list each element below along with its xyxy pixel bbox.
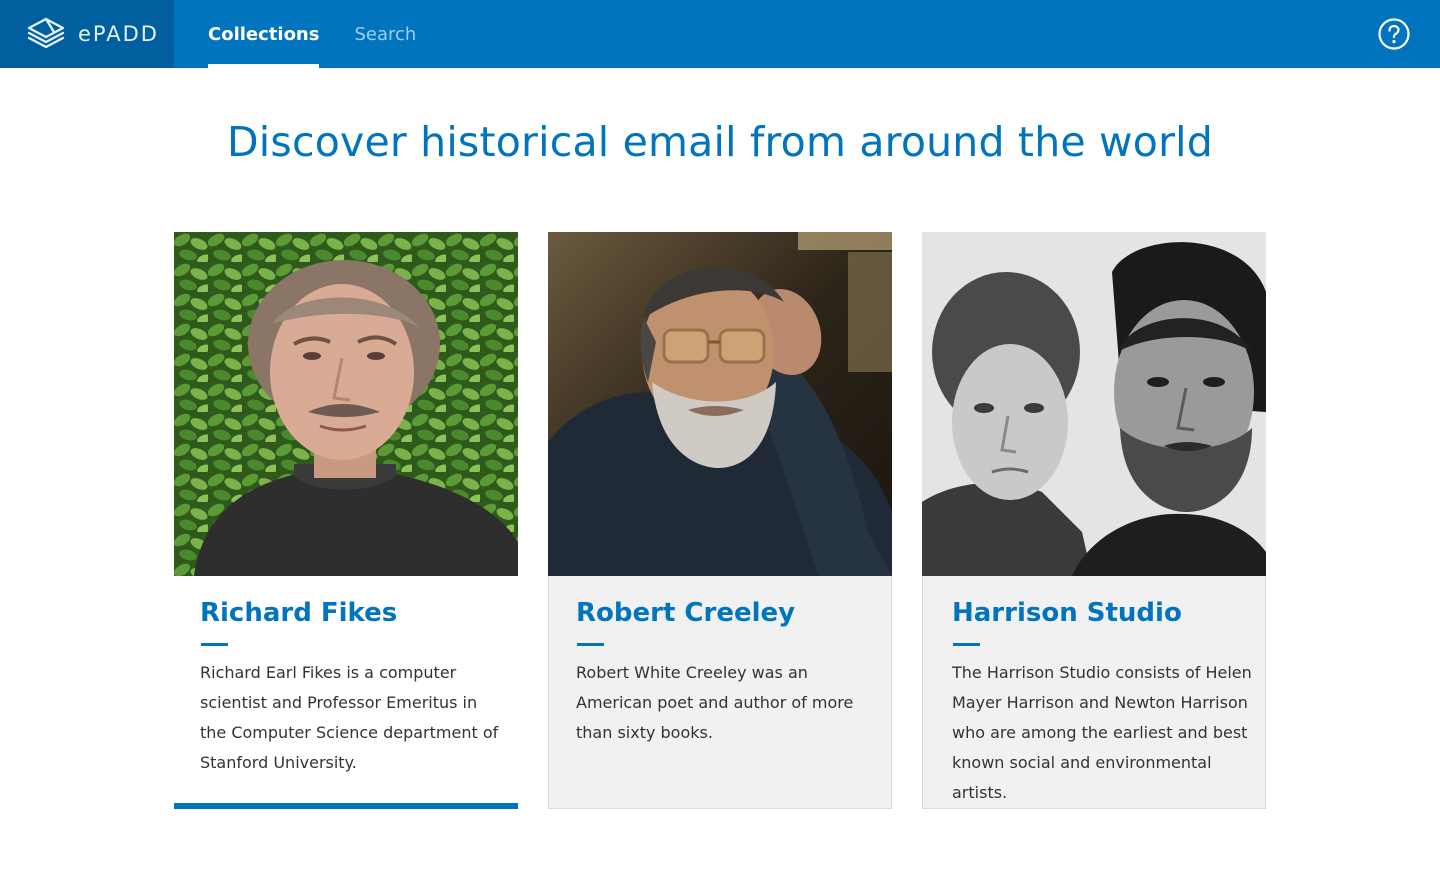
collection-title[interactable]: Harrison Studio (952, 598, 1182, 628)
collection-description: The Harrison Studio consists of Helen Ma… (952, 663, 1252, 802)
title-underline (201, 643, 228, 646)
help-button[interactable] (1378, 18, 1410, 50)
collection-description: Robert White Creeley was an American poe… (576, 663, 854, 742)
collection-card-harrison-studio[interactable]: Harrison Studio The Harrison Studio cons… (922, 232, 1266, 809)
card-body: Harrison Studio The Harrison Studio cons… (922, 576, 1266, 809)
page-title: Discover historical email from around th… (227, 118, 1213, 166)
collection-title[interactable]: Robert Creeley (576, 598, 795, 628)
collection-description: Richard Earl Fikes is a computer scienti… (200, 663, 499, 772)
portrait-photo (174, 232, 518, 576)
portrait-photo (922, 232, 1266, 576)
top-navigation-bar: ePADD Collections Search (0, 0, 1440, 68)
collection-title[interactable]: Richard Fikes (200, 598, 397, 628)
card-body: Richard Fikes Richard Earl Fikes is a co… (174, 576, 518, 809)
app-logo[interactable]: ePADD (0, 0, 174, 68)
main-nav: Collections Search (208, 0, 416, 68)
portrait-photo (548, 232, 892, 576)
stacked-papers-icon (27, 17, 65, 49)
logo-wordmark: ePADD (78, 22, 159, 46)
collection-card-robert-creeley[interactable]: Robert Creeley Robert White Creeley was … (548, 232, 892, 809)
title-underline (953, 643, 980, 646)
collection-card-richard-fikes[interactable]: Richard Fikes Richard Earl Fikes is a co… (174, 232, 518, 809)
tab-search[interactable]: Search (354, 0, 416, 68)
tab-collections[interactable]: Collections (208, 0, 320, 68)
help-circle-icon (1378, 18, 1410, 50)
title-underline (577, 643, 604, 646)
card-body: Robert Creeley Robert White Creeley was … (548, 576, 892, 809)
